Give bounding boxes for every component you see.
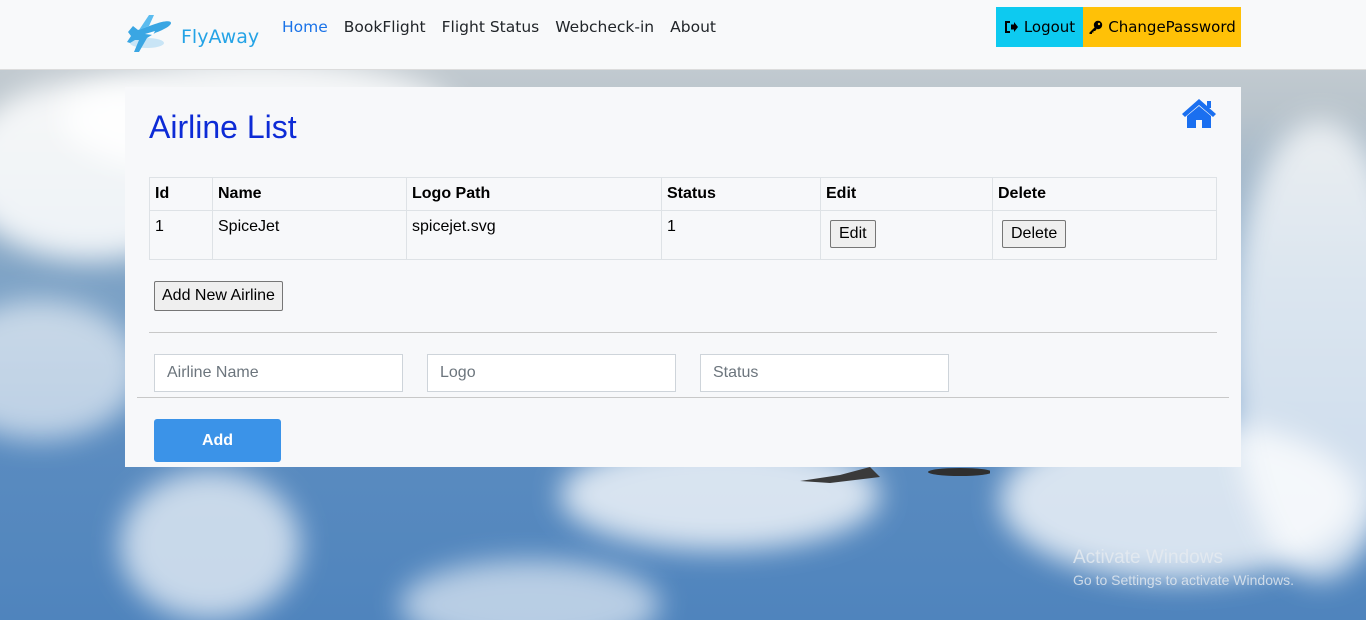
column-header-id: Id <box>149 177 213 211</box>
key-icon <box>1088 20 1103 35</box>
brand-name: FlyAway <box>181 25 260 48</box>
cell-logo-path: spicejet.svg <box>406 210 662 260</box>
add-new-airline-button[interactable]: Add New Airline <box>154 281 283 311</box>
divider <box>137 397 1229 398</box>
status-input[interactable] <box>700 354 949 392</box>
nav-home[interactable]: Home <box>282 17 328 37</box>
airline-list-card: Airline List Id Name Logo Path Status Ed… <box>125 87 1241 467</box>
edit-button[interactable]: Edit <box>830 220 876 248</box>
plane-image <box>800 467 990 483</box>
cell-status: 1 <box>661 210 821 260</box>
add-button[interactable]: Add <box>154 419 281 462</box>
brand[interactable]: FlyAway <box>125 12 259 61</box>
column-header-status: Status <box>661 177 821 211</box>
column-header-edit: Edit <box>820 177 993 211</box>
column-header-delete: Delete <box>992 177 1217 211</box>
sign-out-icon <box>1004 20 1019 34</box>
nav-about[interactable]: About <box>670 17 716 37</box>
table-row: 1 SpiceJet spicejet.svg 1 Edit Delete <box>149 210 1217 260</box>
page-title: Airline List <box>149 109 297 145</box>
divider <box>149 332 1217 333</box>
logout-label: Logout <box>1023 18 1076 36</box>
cell-id: 1 <box>149 210 213 260</box>
cell-name: SpiceJet <box>212 210 407 260</box>
column-header-logo-path: Logo Path <box>406 177 662 211</box>
nav-webcheck-in[interactable]: Webcheck-in <box>555 17 654 37</box>
logo-input[interactable] <box>427 354 676 392</box>
change-password-button[interactable]: ChangePassword <box>1083 7 1241 47</box>
nav-links: Home BookFlight Flight Status Webcheck-i… <box>282 17 732 37</box>
airplane-icon <box>125 12 173 61</box>
nav-flight-status[interactable]: Flight Status <box>442 17 540 37</box>
home-icon[interactable] <box>1181 97 1217 134</box>
column-header-name: Name <box>212 177 407 211</box>
delete-button[interactable]: Delete <box>1002 220 1067 248</box>
cell-delete: Delete <box>992 210 1217 260</box>
airline-name-input[interactable] <box>154 354 403 392</box>
watermark-title: Activate Windows <box>1073 547 1223 568</box>
logout-button[interactable]: Logout <box>996 7 1083 47</box>
cell-edit: Edit <box>820 210 993 260</box>
nav-bookflight[interactable]: BookFlight <box>344 17 426 37</box>
add-new-airline-wrapper: Add New Airline <box>154 281 283 311</box>
watermark-subtitle: Go to Settings to activate Windows. <box>1073 572 1294 588</box>
change-password-label: ChangePassword <box>1108 18 1236 36</box>
top-navbar: FlyAway Home BookFlight Flight Status We… <box>0 0 1366 70</box>
activate-windows-watermark: Activate Windows Go to Settings to activ… <box>1073 547 1294 588</box>
airline-table: Id Name Logo Path Status Edit Delete 1 S… <box>149 177 1217 260</box>
table-header-row: Id Name Logo Path Status Edit Delete <box>149 177 1217 211</box>
